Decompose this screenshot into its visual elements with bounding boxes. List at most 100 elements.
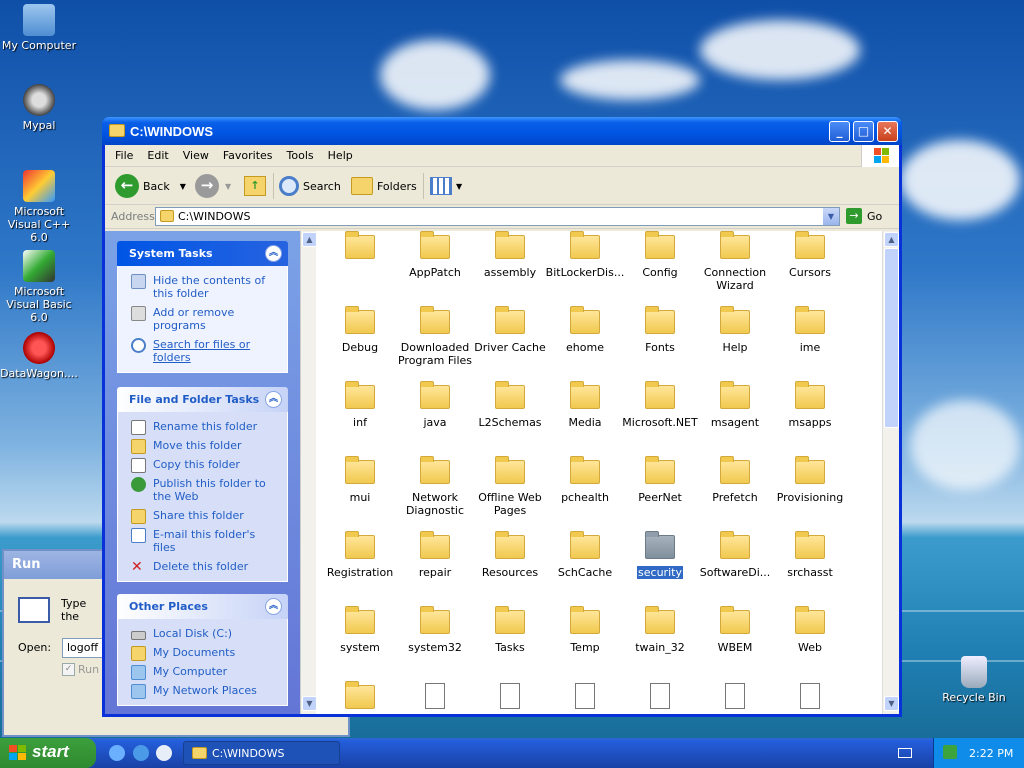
file-item[interactable]: assembly — [470, 231, 550, 279]
task-hide-contents[interactable]: Hide the contents of this folder — [118, 271, 287, 303]
file-item[interactable]: Resources — [470, 531, 550, 579]
file-item[interactable]: mui — [320, 456, 400, 504]
file-item[interactable]: AppPatch — [395, 231, 475, 279]
desktop-icon-recycle-bin[interactable]: Recycle Bin — [934, 656, 1014, 704]
place-my-documents[interactable]: My Documents — [118, 643, 287, 662]
file-item[interactable]: Offline Web Pages — [470, 456, 550, 517]
file-item[interactable]: Temp — [545, 606, 625, 654]
forward-button[interactable]: → ▼ — [195, 173, 231, 199]
run-checkbox[interactable]: ✓ — [62, 663, 75, 676]
task-move-folder[interactable]: Move this folder — [118, 436, 287, 455]
internet-explorer-icon[interactable] — [133, 745, 149, 761]
task-add-remove-programs[interactable]: Add or remove programs — [118, 303, 287, 335]
scroll-thumb[interactable] — [884, 248, 899, 428]
file-item[interactable]: SchCache — [545, 531, 625, 579]
menu-edit[interactable]: Edit — [140, 145, 175, 166]
menu-file[interactable]: File — [105, 145, 140, 166]
task-delete-folder[interactable]: ✕ Delete this folder — [118, 557, 287, 576]
file-item[interactable] — [395, 681, 475, 709]
file-folder-tasks-header[interactable]: File and Folder Tasks ︽ — [117, 387, 288, 412]
task-pane-scrollbar[interactable]: ▲ ▼ — [300, 231, 317, 714]
media-player-icon[interactable] — [156, 745, 172, 761]
file-item[interactable]: Fonts — [620, 306, 700, 354]
file-item[interactable]: Downloaded Program Files — [395, 306, 475, 367]
desktop-icon-visual-basic[interactable]: Microsoft Visual Basic 6.0 — [0, 250, 79, 324]
file-item[interactable]: java — [395, 381, 475, 429]
other-places-header[interactable]: Other Places ︽ — [117, 594, 288, 619]
place-my-computer[interactable]: My Computer — [118, 662, 287, 681]
file-item[interactable]: Registration — [320, 531, 400, 579]
place-my-network-places[interactable]: My Network Places — [118, 681, 287, 700]
file-item[interactable]: system32 — [395, 606, 475, 654]
place-local-disk[interactable]: Local Disk (C:) — [118, 624, 287, 643]
back-button[interactable]: ← Back ▼ — [115, 173, 186, 199]
address-input[interactable]: C:\WINDOWS ▼ — [155, 207, 840, 226]
address-dropdown-icon[interactable]: ▼ — [823, 208, 839, 225]
file-item[interactable] — [695, 681, 775, 709]
file-item[interactable] — [545, 681, 625, 709]
file-item[interactable]: Cursors — [770, 231, 850, 279]
collapse-chevron-icon[interactable]: ︽ — [265, 598, 282, 615]
task-email-files[interactable]: E-mail this folder's files — [118, 525, 287, 557]
collapse-chevron-icon[interactable]: ︽ — [265, 391, 282, 408]
close-button[interactable]: ✕ — [877, 121, 898, 142]
file-item[interactable]: BitLockerDis... — [545, 231, 625, 279]
file-item[interactable]: repair — [395, 531, 475, 579]
desktop-icon-datawagon[interactable]: DataWagon.... — [0, 332, 79, 380]
file-item[interactable]: WBEM — [695, 606, 775, 654]
title-bar[interactable]: C:\WINDOWS _ □ ✕ — [102, 117, 902, 145]
file-item[interactable]: Debug — [320, 306, 400, 354]
start-button[interactable]: start — [0, 738, 96, 768]
minimize-button[interactable]: _ — [829, 121, 850, 142]
desktop-icon-my-computer[interactable]: My Computer — [0, 4, 79, 52]
file-item[interactable]: SoftwareDi... — [695, 531, 775, 579]
keyboard-icon[interactable] — [898, 748, 912, 758]
open-input[interactable]: logoff — [62, 638, 104, 658]
network-icon[interactable] — [943, 745, 957, 759]
system-tasks-header[interactable]: System Tasks ︽ — [117, 241, 288, 266]
task-copy-folder[interactable]: Copy this folder — [118, 455, 287, 474]
file-item[interactable]: msapps — [770, 381, 850, 429]
file-item[interactable] — [470, 681, 550, 709]
file-item[interactable]: srchasst — [770, 531, 850, 579]
file-item[interactable]: Tasks — [470, 606, 550, 654]
collapse-chevron-icon[interactable]: ︽ — [265, 245, 282, 262]
task-publish-folder[interactable]: Publish this folder to the Web — [118, 474, 287, 506]
file-item[interactable]: Web — [770, 606, 850, 654]
file-item[interactable]: ime — [770, 306, 850, 354]
file-item[interactable]: system — [320, 606, 400, 654]
file-item[interactable]: pchealth — [545, 456, 625, 504]
file-item[interactable]: inf — [320, 381, 400, 429]
file-item[interactable]: Provisioning — [770, 456, 850, 504]
file-item[interactable]: ehome — [545, 306, 625, 354]
back-dropdown-icon[interactable]: ▼ — [180, 182, 186, 191]
menu-help[interactable]: Help — [321, 145, 360, 166]
up-button[interactable]: ↑ — [244, 173, 266, 199]
file-item[interactable]: twain_32 — [620, 606, 700, 654]
clock[interactable]: 2:22 PM — [969, 747, 1013, 760]
taskbar-window-button[interactable]: C:\WINDOWS — [183, 741, 340, 765]
file-item[interactable]: Driver Cache — [470, 306, 550, 354]
maximize-button[interactable]: □ — [853, 121, 874, 142]
file-item[interactable]: Microsoft.NET — [620, 381, 700, 429]
menu-favorites[interactable]: Favorites — [216, 145, 280, 166]
file-item[interactable]: Connection Wizard — [695, 231, 775, 292]
file-list-scrollbar[interactable]: ▲ ▼ — [882, 231, 899, 714]
task-search-files[interactable]: Search for files or folders — [118, 335, 287, 367]
file-item[interactable] — [620, 681, 700, 709]
scroll-down-icon[interactable]: ▼ — [884, 696, 899, 711]
quicklaunch-outlook-icon[interactable] — [109, 745, 125, 761]
file-item[interactable]: Prefetch — [695, 456, 775, 504]
file-item[interactable]: Config — [620, 231, 700, 279]
folders-button[interactable]: Folders — [351, 173, 417, 199]
menu-view[interactable]: View — [176, 145, 216, 166]
desktop-icon-visual-cpp[interactable]: Microsoft Visual C++ 6.0 — [0, 170, 79, 244]
search-button[interactable]: Search — [279, 173, 341, 199]
file-item[interactable]: PeerNet — [620, 456, 700, 504]
file-item[interactable]: Media — [545, 381, 625, 429]
file-item[interactable] — [320, 231, 400, 266]
views-button[interactable]: ▼ — [430, 173, 462, 199]
go-button[interactable]: → Go — [846, 208, 882, 224]
menu-tools[interactable]: Tools — [280, 145, 321, 166]
scroll-down-icon[interactable]: ▼ — [302, 696, 317, 711]
